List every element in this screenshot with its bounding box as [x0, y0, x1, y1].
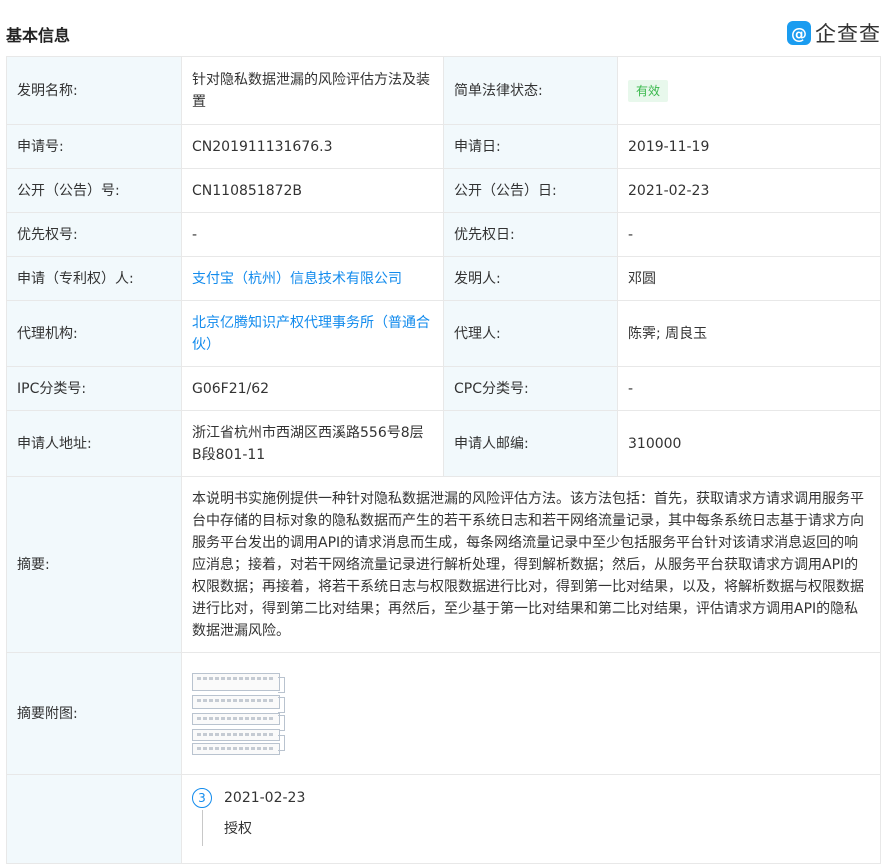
abstract-text: 本说明书实施例提供一种针对隐私数据泄漏的风险评估方法。该方法包括：首先，获取请求… — [181, 476, 881, 653]
ipc-label: IPC分类号: — [6, 366, 182, 411]
address-value: 浙江省杭州市西湖区西溪路556号8层B段801-11 — [181, 410, 444, 477]
timeline-connector — [202, 810, 203, 846]
inventor-value: 邓圆 — [617, 256, 881, 301]
ipc-value: G06F21/62 — [181, 366, 444, 411]
pub-no-value: CN110851872B — [181, 168, 444, 213]
priority-no-value: - — [181, 212, 444, 257]
legal-status-label: 简单法律状态: — [443, 56, 618, 125]
table-row: IPC分类号: G06F21/62 CPC分类号: - — [6, 366, 881, 411]
table-row: 优先权号: - 优先权日: - — [6, 212, 881, 257]
address-label: 申请人地址: — [6, 410, 182, 477]
priority-date-value: - — [617, 212, 881, 257]
app-no-label: 申请号: — [6, 124, 182, 169]
table-row: 申请（专利权）人: 支付宝（杭州）信息技术有限公司 发明人: 邓圆 — [6, 256, 881, 301]
applicant-cell: 支付宝（杭州）信息技术有限公司 — [181, 256, 444, 301]
postcode-label: 申请人邮编: — [443, 410, 618, 477]
app-date-value: 2019-11-19 — [617, 124, 881, 169]
pub-date-value: 2021-02-23 — [617, 168, 881, 213]
applicant-link[interactable]: 支付宝（杭州）信息技术有限公司 — [192, 271, 402, 287]
pub-date-label: 公开（公告）日: — [443, 168, 618, 213]
flow-arrow — [278, 696, 285, 713]
table-row: 摘要: 本说明书实施例提供一种针对隐私数据泄漏的风险评估方法。该方法包括：首先，… — [6, 476, 881, 653]
table-row: 摘要附图: — [6, 652, 881, 775]
flow-box — [192, 712, 280, 725]
table-row: 3 2021-02-23 授权 — [6, 774, 881, 864]
timeline-date: 2021-02-23 — [224, 790, 306, 806]
flow-box — [192, 728, 280, 741]
priority-date-label: 优先权日: — [443, 212, 618, 257]
table-row: 发明名称: 针对隐私数据泄漏的风险评估方法及装置 简单法律状态: 有效 — [6, 56, 881, 125]
timeline-label — [6, 774, 182, 864]
agency-label: 代理机构: — [6, 300, 182, 367]
section-title: 基本信息 — [6, 26, 71, 45]
inventor-label: 发明人: — [443, 256, 618, 301]
step-number-icon: 3 — [192, 788, 212, 808]
abstract-figure-label: 摘要附图: — [6, 652, 182, 775]
cpc-value: - — [617, 366, 881, 411]
app-no-value: CN201911131676.3 — [181, 124, 444, 169]
table-row: 公开（公告）号: CN110851872B 公开（公告）日: 2021-02-2… — [6, 168, 881, 213]
agency-cell: 北京亿腾知识产权代理事务所（普通合伙） — [181, 300, 444, 367]
invention-name-label: 发明名称: — [6, 56, 182, 125]
abstract-figure-thumbnail[interactable] — [192, 672, 286, 755]
postcode-value: 310000 — [617, 410, 881, 477]
table-row: 代理机构: 北京亿腾知识产权代理事务所（普通合伙） 代理人: 陈霁; 周良玉 — [6, 300, 881, 367]
brand-logo[interactable]: @ 企查查 — [787, 18, 881, 48]
pub-no-label: 公开（公告）号: — [6, 168, 182, 213]
timeline-event: 授权 — [224, 821, 252, 837]
brand-name: 企查查 — [815, 22, 881, 46]
flow-box — [192, 672, 280, 691]
table-row: 申请人地址: 浙江省杭州市西湖区西溪路556号8层B段801-11 申请人邮编:… — [6, 410, 881, 477]
cpc-label: CPC分类号: — [443, 366, 618, 411]
timeline-cell: 3 2021-02-23 授权 — [181, 774, 881, 864]
flow-arrow — [278, 676, 285, 693]
agent-label: 代理人: — [443, 300, 618, 367]
agency-link[interactable]: 北京亿腾知识产权代理事务所（普通合伙） — [192, 315, 430, 353]
qichacha-logo-icon: @ — [787, 21, 811, 45]
flow-box — [192, 742, 280, 755]
abstract-label: 摘要: — [6, 476, 182, 653]
priority-no-label: 优先权号: — [6, 212, 182, 257]
app-date-label: 申请日: — [443, 124, 618, 169]
header: 基本信息 @ 企查查 — [0, 0, 891, 62]
flow-box — [192, 694, 280, 709]
table-row: 申请号: CN201911131676.3 申请日: 2019-11-19 — [6, 124, 881, 169]
basic-info-table: 发明名称: 针对隐私数据泄漏的风险评估方法及装置 简单法律状态: 有效 申请号:… — [6, 56, 881, 864]
invention-name-value: 针对隐私数据泄漏的风险评估方法及装置 — [181, 56, 444, 125]
abstract-figure-cell — [181, 652, 881, 775]
flow-arrow — [278, 734, 285, 751]
applicant-label: 申请（专利权）人: — [6, 256, 182, 301]
agent-value: 陈霁; 周良玉 — [617, 300, 881, 367]
status-badge: 有效 — [628, 79, 669, 102]
legal-status-cell: 有效 — [617, 56, 881, 125]
